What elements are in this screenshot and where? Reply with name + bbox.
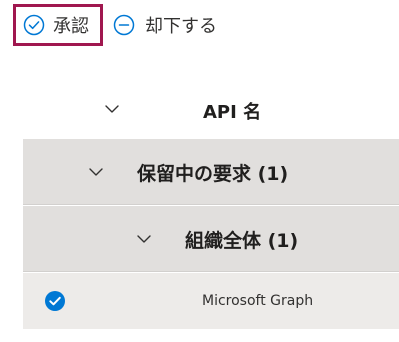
- group-row-pending-requests[interactable]: 保留中の要求 (1): [23, 139, 399, 205]
- group-label: 保留中の要求 (1): [137, 163, 289, 185]
- reject-label: 却下する: [145, 16, 217, 37]
- checkmark-circle-filled-icon: [45, 291, 65, 311]
- group-row-organization-wide[interactable]: 組織全体 (1): [23, 206, 399, 272]
- minus-circle-icon: [113, 14, 135, 36]
- approvals-panel: 承認 却下する API 名 保留中の要求 (1) 組織全体 (1) Micros…: [0, 0, 399, 342]
- chevron-down-icon[interactable]: [135, 230, 153, 252]
- approve-label: 承認: [53, 16, 89, 37]
- reject-button[interactable]: 却下する: [113, 4, 217, 46]
- row-selected-checkbox[interactable]: [44, 290, 66, 316]
- column-header-row: API 名: [23, 82, 399, 138]
- group-label: 組織全体 (1): [185, 230, 299, 252]
- api-name-cell: Microsoft Graph: [202, 293, 314, 309]
- table-row[interactable]: Microsoft Graph: [23, 273, 399, 329]
- column-header-api-name[interactable]: API 名: [203, 98, 261, 124]
- toolbar: 承認 却下する: [0, 0, 399, 50]
- chevron-down-icon[interactable]: [87, 163, 105, 185]
- chevron-down-icon[interactable]: [103, 100, 121, 122]
- approve-button[interactable]: 承認: [13, 4, 103, 46]
- check-circle-icon: [23, 14, 45, 36]
